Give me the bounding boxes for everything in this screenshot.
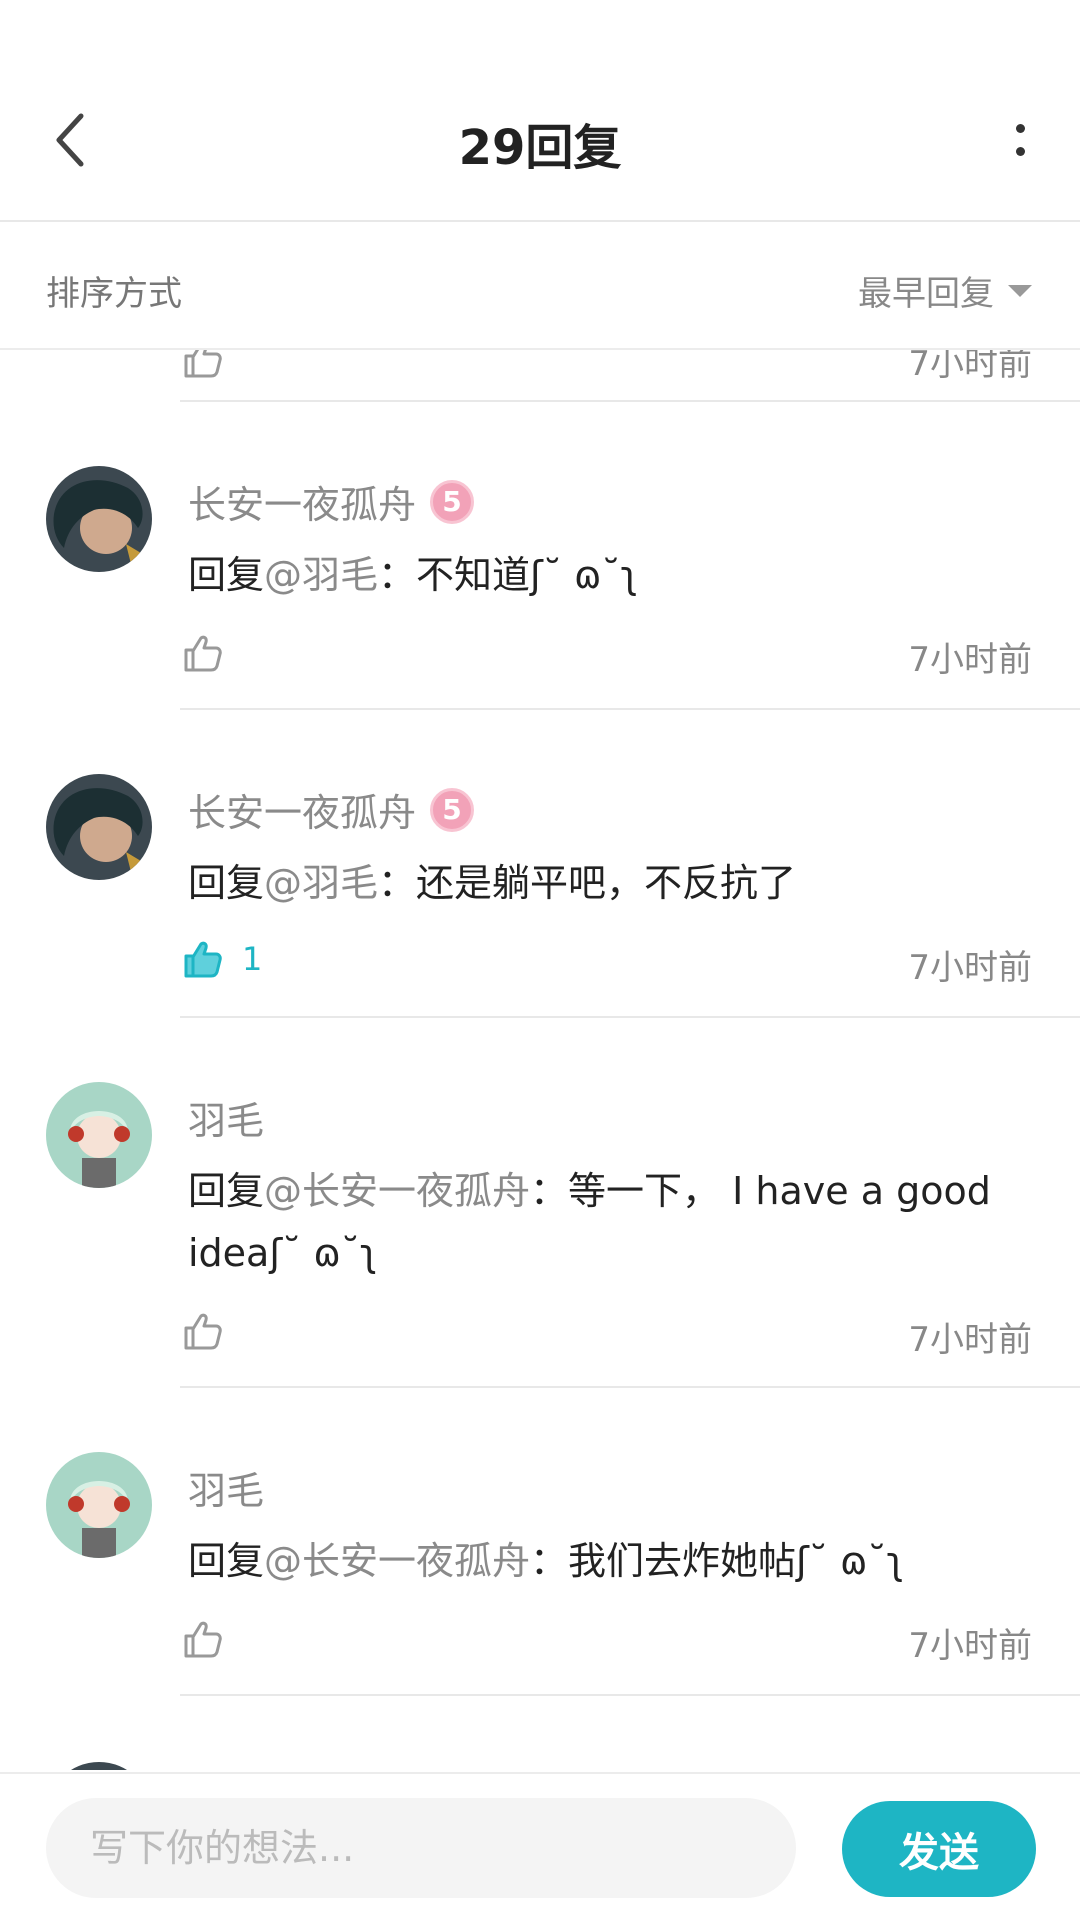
username-text: 羽毛 <box>188 1099 265 1143</box>
top-bar: 29回复 <box>0 0 1080 222</box>
username-text: 羽毛 <box>188 1469 265 1513</box>
mention-link[interactable]: @羽毛 <box>264 553 378 597</box>
level-badge: 5 <box>430 787 475 832</box>
sort-bar: 排序方式 最早回复 <box>0 222 1080 350</box>
list-item-partial <box>0 1742 1080 1770</box>
like-button[interactable] <box>182 632 242 674</box>
reply-separator: ： <box>530 1169 569 1213</box>
reply-time: 7小时前 <box>908 948 1032 988</box>
avatar[interactable] <box>46 774 152 880</box>
more-options-button[interactable] <box>1000 110 1040 170</box>
reply-prefix: 回复 <box>188 861 265 905</box>
reply-item: 羽毛 回复@长安一夜孤舟：等一下， I have a good ideaʃ˘ ɷ… <box>0 1018 1080 1388</box>
reply-body: 我们去炸她帖ʃ˘ ɷ˘ʅ <box>568 1539 905 1583</box>
reply-time: 7小时前 <box>908 350 1032 384</box>
username-text: 长安一夜孤舟 <box>188 791 417 835</box>
mention-link[interactable]: @羽毛 <box>264 861 378 905</box>
reply-separator: ： <box>530 1539 569 1583</box>
reply-prefix: 回复 <box>188 1539 265 1583</box>
reply-time: 7小时前 <box>908 640 1032 680</box>
reply-body: 还是躺平吧，不反抗了 <box>416 861 797 905</box>
reply-prefix: 回复 <box>188 553 265 597</box>
comment-input[interactable] <box>90 1826 796 1870</box>
username-text: 长安一夜孤舟 <box>188 483 417 527</box>
like-button[interactable] <box>182 1618 242 1660</box>
thumbs-up-icon[interactable] <box>182 350 224 384</box>
divider <box>180 1694 1080 1696</box>
more-dot-icon <box>1015 124 1025 133</box>
username[interactable]: 羽毛 <box>188 1090 264 1145</box>
comment-input-wrapper[interactable] <box>46 1798 796 1898</box>
sort-dropdown[interactable]: 最早回复 <box>858 266 1032 315</box>
avatar[interactable] <box>46 1762 152 1770</box>
reply-composer: 发送 <box>0 1772 1080 1920</box>
reply-separator: ： <box>378 861 417 905</box>
reply-time: 7小时前 <box>908 1320 1032 1360</box>
caret-down-icon <box>1008 284 1032 297</box>
reply-body: 不知道ʃ˘ ɷ˘ʅ <box>416 553 639 597</box>
avatar[interactable] <box>46 466 152 572</box>
level-badge: 5 <box>430 479 475 524</box>
sort-selected-value: 最早回复 <box>858 274 994 314</box>
thumbs-up-icon <box>184 1621 222 1658</box>
like-button[interactable] <box>182 1310 242 1352</box>
like-count: 1 <box>242 940 263 978</box>
avatar[interactable] <box>46 1452 152 1558</box>
reply-text: 回复@长安一夜孤舟：我们去炸她帖ʃ˘ ɷ˘ʅ <box>188 1530 1040 1592</box>
reply-text: 回复@长安一夜孤舟：等一下， I have a good ideaʃ˘ ɷ˘ʅ <box>188 1160 1040 1284</box>
reply-list[interactable]: 7小时前 长安一夜孤舟 5 回复@羽毛：不知道ʃ˘ ɷ˘ʅ 7小时前 长安一夜孤… <box>0 350 1080 1770</box>
reply-text: 回复@羽毛：不知道ʃ˘ ɷ˘ʅ <box>188 544 1040 606</box>
reply-item: 长安一夜孤舟 5 回复@羽毛：不知道ʃ˘ ɷ˘ʅ 7小时前 <box>0 402 1080 710</box>
thumbs-up-icon <box>184 1313 222 1350</box>
avatar[interactable] <box>46 1082 152 1188</box>
mention-link[interactable]: @长安一夜孤舟 <box>264 1169 530 1213</box>
reply-prefix: 回复 <box>188 1169 265 1213</box>
username[interactable]: 长安一夜孤舟 5 <box>188 782 475 837</box>
username[interactable]: 羽毛 <box>188 1460 264 1515</box>
thumbs-up-icon <box>184 635 222 672</box>
reply-item: 长安一夜孤舟 5 回复@羽毛：还是躺平吧，不反抗了 1 7小时前 <box>0 710 1080 1018</box>
username[interactable]: 长安一夜孤舟 5 <box>188 474 475 529</box>
more-dot-icon <box>1015 147 1025 156</box>
reply-time: 7小时前 <box>908 1626 1032 1666</box>
mention-link[interactable]: @长安一夜孤舟 <box>264 1539 530 1583</box>
reply-text: 回复@羽毛：还是躺平吧，不反抗了 <box>188 852 1040 914</box>
like-button[interactable]: 1 <box>182 938 262 980</box>
reply-separator: ： <box>378 553 417 597</box>
send-button[interactable]: 发送 <box>842 1801 1036 1897</box>
sort-label: 排序方式 <box>46 274 182 314</box>
reply-item: 羽毛 回复@长安一夜孤舟：我们去炸她帖ʃ˘ ɷ˘ʅ 7小时前 <box>0 1388 1080 1696</box>
page-title: 29回复 <box>458 120 622 176</box>
thumbs-up-filled-icon <box>184 941 222 978</box>
